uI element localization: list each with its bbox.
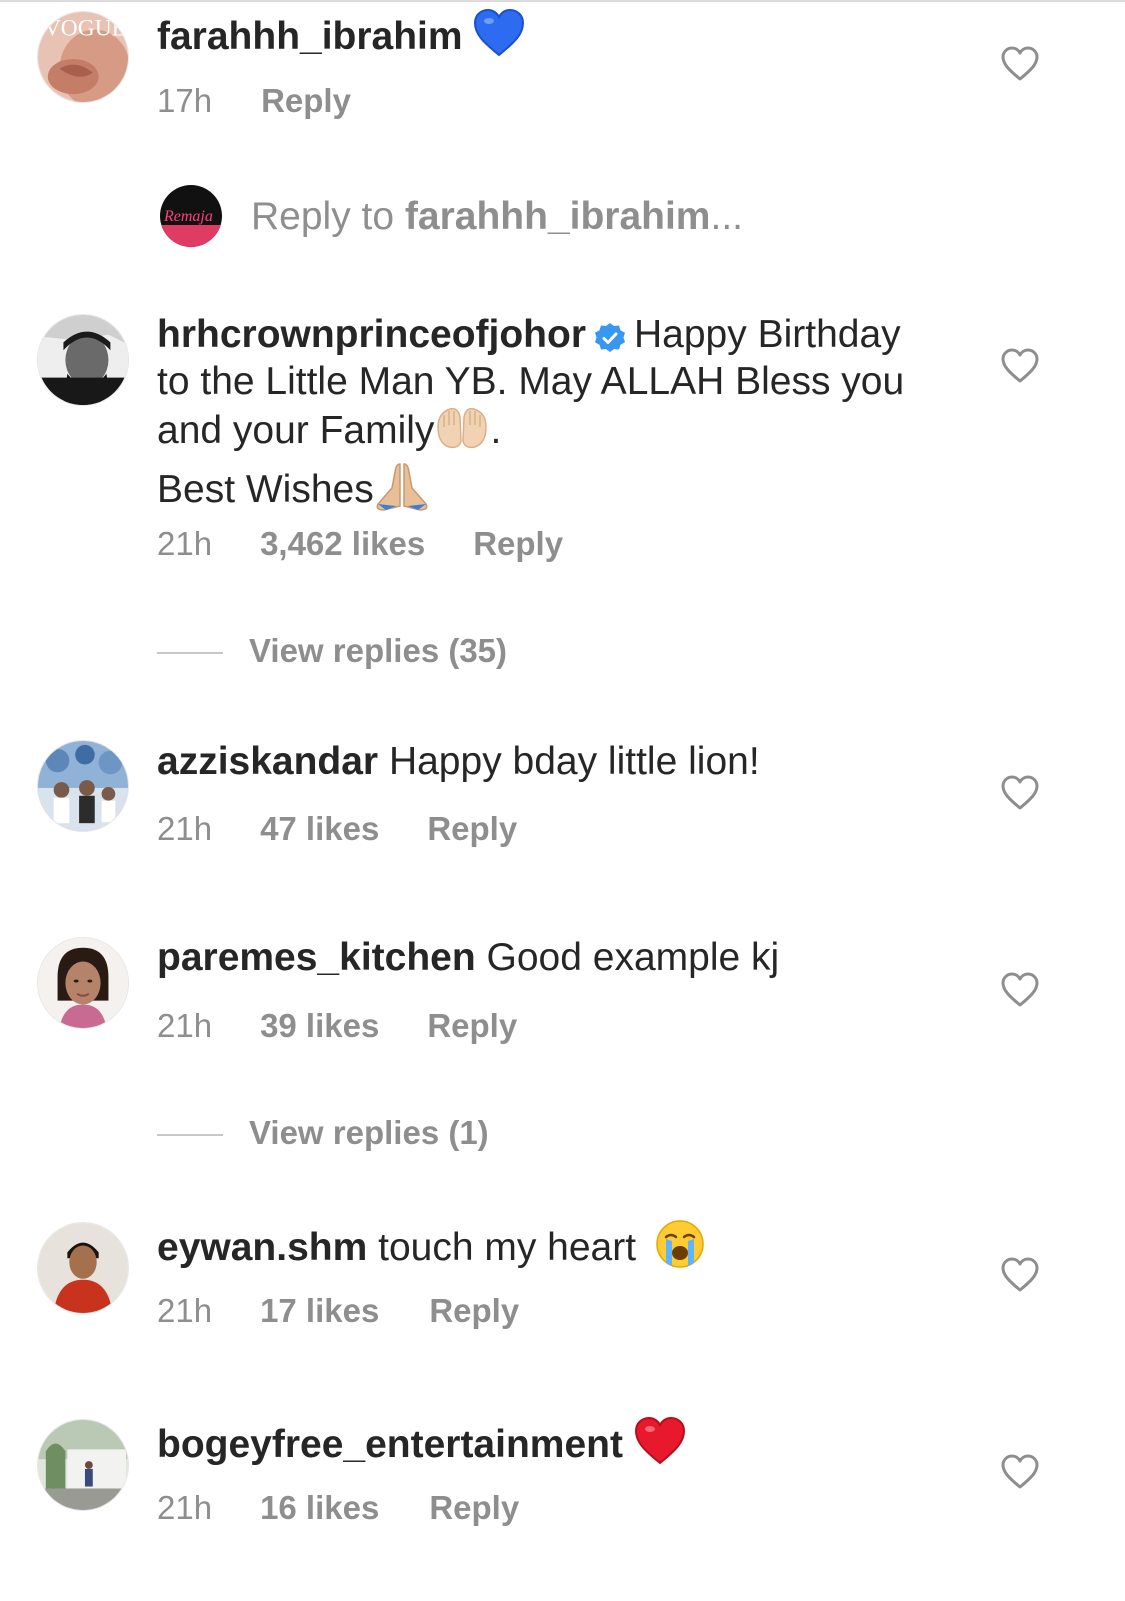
comment-time: 21h (157, 810, 213, 847)
blue-heart-icon (473, 8, 525, 69)
red-heart-icon (634, 1416, 686, 1477)
comment-time: 21h (157, 1489, 213, 1526)
comment-username[interactable]: hrhcrownprinceofjohor (157, 313, 586, 356)
comment-username[interactable]: eywan.shm (157, 1226, 367, 1269)
reply-button[interactable]: Reply (261, 81, 351, 121)
like-heart-icon[interactable] (1001, 1257, 1039, 1293)
like-count[interactable]: 3,462 likes (260, 524, 425, 564)
view-replies-rule (157, 1134, 223, 1137)
view-replies-rule (157, 652, 223, 655)
like-heart-icon[interactable] (1001, 348, 1039, 384)
reply-prefix: Reply to (251, 195, 405, 238)
comment-meta: 21h 39 likes Reply (157, 1006, 517, 1046)
comment-text-best-wishes: Best Wishes (157, 467, 374, 511)
comment-meta: 21h 17 likes Reply (157, 1291, 519, 1331)
like-count[interactable]: 17 likes (260, 1291, 379, 1331)
verified-badge-icon (594, 318, 626, 352)
like-heart-icon[interactable] (1001, 1454, 1039, 1490)
reply-ellipsis: ... (710, 195, 743, 238)
view-replies-button[interactable]: View replies (1) (157, 1113, 489, 1153)
avatar-remaja: Remaja (160, 185, 222, 247)
avatar-eywan-shm[interactable] (37, 1222, 129, 1314)
folded-hands-icon (374, 460, 430, 523)
avatar-remaja-text: Remaja (163, 208, 213, 225)
comment-text-period: . (490, 408, 502, 452)
comment-username[interactable]: bogeyfree_entertainment (157, 1423, 623, 1466)
comment-time: 21h (157, 1292, 213, 1329)
reply-button[interactable]: Reply (427, 809, 517, 849)
comment-body: eywan.shm touch my heart (157, 1219, 917, 1280)
avatar-hrhcrownprinceofjohor[interactable] (37, 314, 129, 406)
like-count[interactable]: 39 likes (260, 1006, 379, 1046)
raised-hands-icon (434, 405, 490, 460)
reply-button[interactable]: Reply (473, 524, 563, 564)
reply-target-username: farahhh_ibrahim (404, 195, 711, 238)
like-count[interactable]: 16 likes (260, 1488, 379, 1528)
comment-time: 17h (157, 82, 213, 119)
comment-time: 21h (157, 1007, 213, 1044)
avatar-azziskandar[interactable] (37, 740, 129, 832)
comment-text: touch my heart (378, 1225, 637, 1269)
view-replies-button[interactable]: View replies (35) (157, 631, 507, 671)
comment-body: farahhh_ibrahim (157, 8, 917, 69)
reply-input-placeholder[interactable]: Reply to farahhh_ibrahim... (251, 193, 743, 240)
comment-body: paremes_kitchen Good example kj (157, 934, 917, 981)
crying-face-icon (655, 1219, 705, 1280)
view-replies-label: View replies (1) (249, 1114, 489, 1151)
comment-body: bogeyfree_entertainment (157, 1416, 917, 1477)
comment-meta: 17h Reply (157, 81, 351, 121)
comment-meta: 21h 16 likes Reply (157, 1488, 519, 1528)
avatar-paremes-kitchen[interactable] (37, 937, 129, 1029)
avatar-bogeyfree-entertainment[interactable] (37, 1419, 129, 1511)
comment-meta: 21h 47 likes Reply (157, 809, 517, 849)
reply-button[interactable]: Reply (427, 1006, 517, 1046)
comment-body: hrhcrownprinceofjohor Happy Birthday to t… (157, 311, 917, 523)
like-count[interactable]: 47 likes (260, 809, 379, 849)
avatar-vogue-text: VOGUE (44, 15, 126, 41)
comment-body: azziskandar Happy bday little lion! (157, 738, 917, 785)
comment-meta: 21h 3,462 likes Reply (157, 524, 563, 564)
top-divider (0, 0, 1125, 2)
comment-username[interactable]: paremes_kitchen (157, 936, 476, 979)
like-heart-icon[interactable] (1001, 46, 1039, 82)
comment-text: Happy bday little lion! (388, 740, 760, 783)
like-heart-icon[interactable] (1001, 775, 1039, 811)
comment-time: 21h (157, 525, 213, 562)
reply-button[interactable]: Reply (429, 1488, 519, 1528)
like-heart-icon[interactable] (1001, 972, 1039, 1008)
comment-username[interactable]: azziskandar (157, 740, 378, 783)
view-replies-label: View replies (35) (249, 632, 508, 669)
comment-text: Good example kj (486, 936, 780, 979)
avatar-farahhh-ibrahim[interactable]: VOGUE (37, 11, 129, 103)
comment-username[interactable]: farahhh_ibrahim (157, 15, 463, 58)
reply-button[interactable]: Reply (429, 1291, 519, 1331)
